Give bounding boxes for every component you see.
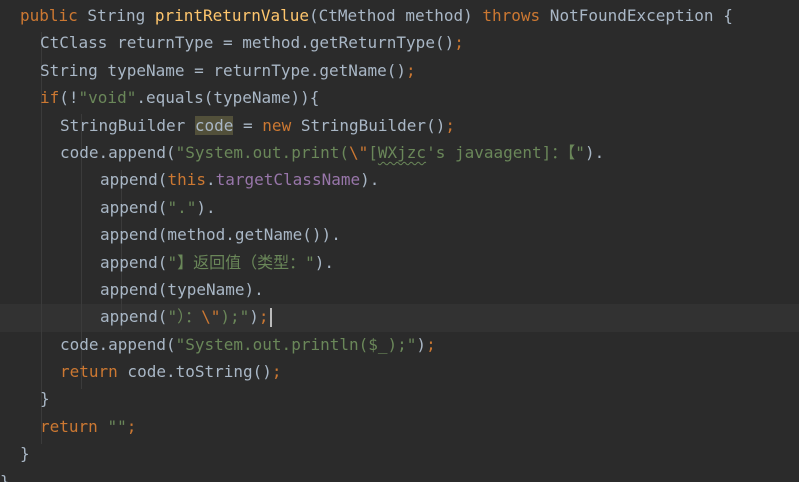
code-token-plain: StringBuilder [60, 115, 195, 135]
code-token-string: );" [220, 307, 250, 327]
code-token-plain: } [20, 444, 30, 464]
code-token-method: printReturnValue [154, 6, 309, 25]
code-token-keyword: ; [445, 115, 455, 135]
code-line[interactable]: return code.toString(); [0, 358, 733, 385]
code-token-keyword: \" [201, 307, 221, 327]
code-token-plain: code [194, 115, 234, 135]
code-token-plain: ) [249, 307, 259, 327]
code-line[interactable]: code.append("System.out.print(\"[WXjzc's… [0, 139, 733, 166]
code-line[interactable]: append("】返回值（类型："). [0, 249, 733, 276]
code-token-plain: } [40, 389, 50, 409]
code-line[interactable]: String typeName = returnType.getName(); [0, 57, 733, 84]
code-lines: public String printReturnValue(CtMethod … [0, 2, 733, 482]
code-token-plain: append(method.getName()). [100, 225, 341, 245]
code-token-plain: ). [196, 197, 216, 217]
text-caret [269, 308, 272, 328]
code-token-string: "" [107, 416, 127, 436]
code-token-plain: String typeName = returnType.getName() [40, 60, 407, 80]
code-token-plain: append(typeName). [100, 279, 264, 299]
code-token-plain: code.append( [60, 142, 176, 162]
code-token-string: WXjzc [377, 142, 427, 162]
code-token-string: "void" [78, 88, 137, 108]
code-token-plain: } [0, 471, 10, 482]
code-token-keyword: ; [454, 33, 464, 53]
code-token-keyword: return [40, 416, 98, 436]
code-token-plain: ) [416, 334, 427, 354]
code-token-string: "】返回值（类型：" [167, 252, 315, 272]
code-token-field: targetClassName [215, 170, 361, 190]
code-token-plain: NotFoundException { [540, 6, 733, 25]
code-line[interactable]: append("）：\");"); [0, 303, 733, 330]
code-line[interactable]: append("."). [0, 194, 733, 221]
code-token-keyword: new [262, 115, 292, 135]
code-token-keyword: this [167, 170, 206, 190]
code-token-keyword: ; [126, 416, 137, 436]
code-token-keyword: \" [348, 142, 369, 162]
code-line[interactable]: append(method.getName()). [0, 221, 733, 248]
code-token-plain: CtClass returnType = method.getReturnTyp… [40, 33, 455, 53]
code-token-plain: ). [314, 252, 334, 272]
code-token-plain: = [233, 115, 263, 135]
code-line[interactable]: code.append("System.out.println($_);"); [0, 331, 733, 358]
code-token-plain: append( [100, 170, 168, 190]
code-line[interactable]: StringBuilder code = new StringBuilder()… [0, 112, 733, 139]
code-line[interactable]: if(!"void".equals(typeName)){ [0, 84, 733, 111]
code-token-string: "." [167, 197, 197, 217]
code-token-plain: String [77, 6, 155, 25]
code-token-plain: (! [59, 88, 79, 108]
code-line[interactable]: append(this.targetClassName). [0, 166, 733, 193]
code-token-string: 's javaagent]：【" [426, 142, 585, 162]
code-line[interactable]: } [0, 385, 733, 412]
code-token-plain: .equals(typeName)){ [136, 88, 320, 108]
code-token-string: "）： [167, 307, 202, 327]
code-token-keyword: throws [482, 6, 541, 25]
code-token-keyword: ; [426, 334, 436, 354]
code-token-plain: code.append( [60, 334, 176, 354]
code-line[interactable]: CtClass returnType = method.getReturnTyp… [0, 29, 733, 56]
code-token-plain: . [205, 170, 216, 190]
code-token-keyword: ; [406, 60, 416, 80]
code-token-plain: ). [360, 170, 380, 190]
code-line[interactable]: } [0, 468, 733, 482]
code-token-plain: append( [100, 307, 168, 327]
code-line[interactable]: public String printReturnValue(CtMethod … [0, 2, 733, 29]
code-token-keyword: ; [258, 307, 269, 327]
code-editor[interactable]: public String printReturnValue(CtMethod … [0, 0, 799, 482]
code-token-plain: code.toString() [117, 362, 272, 382]
code-token-string: "System.out.println($_);" [175, 334, 417, 354]
code-token-plain: (CtMethod method) [308, 6, 483, 25]
code-line[interactable]: append(typeName). [0, 276, 733, 303]
code-token-keyword: if [40, 88, 60, 108]
code-token-keyword: ; [271, 362, 282, 382]
code-token-keyword: return [60, 362, 118, 382]
code-line[interactable]: } [0, 440, 733, 467]
code-token-plain: append( [100, 252, 168, 272]
code-line[interactable]: return ""; [0, 413, 733, 440]
code-token-plain: StringBuilder() [291, 115, 446, 135]
code-token-plain: ). [584, 142, 605, 162]
code-token-plain: append( [100, 197, 168, 217]
code-token-keyword: public [20, 6, 78, 25]
code-token-string: [ [368, 142, 378, 162]
code-token-string: "System.out.print( [175, 142, 349, 162]
